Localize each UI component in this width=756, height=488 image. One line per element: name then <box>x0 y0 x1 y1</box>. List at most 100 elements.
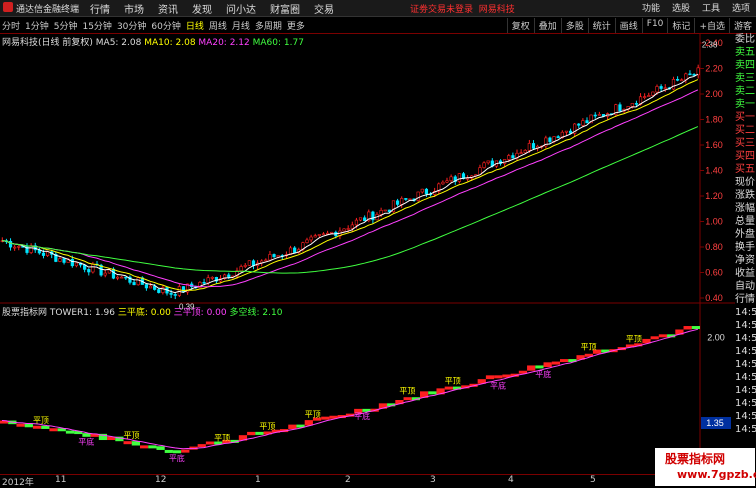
sub-signal-label: 平顶 <box>124 431 140 440</box>
candle <box>124 276 128 279</box>
menu-item-gongneng[interactable]: 功能 <box>642 1 660 14</box>
tool-zixuan[interactable]: +自选 <box>694 18 729 33</box>
tool-youke[interactable]: 游客 <box>728 18 756 33</box>
date-label: 4 <box>508 475 514 485</box>
menu-item-caifuquan[interactable]: 财富圈 <box>270 1 300 16</box>
tower-bar <box>197 444 206 448</box>
panel-label: 涨幅 <box>735 203 755 214</box>
tab-5min[interactable]: 5分钟 <box>54 19 78 32</box>
price-tick-label: 2.20 <box>705 64 723 74</box>
legend-tower1: TOWER1: 1.96 <box>49 308 115 318</box>
candle <box>136 277 140 286</box>
tab-weekly[interactable]: 周线 <box>209 19 227 32</box>
tool-huaxian[interactable]: 画线 <box>614 18 642 33</box>
candle <box>634 103 639 105</box>
candle <box>70 258 74 267</box>
menu-item-gongju[interactable]: 工具 <box>702 1 720 14</box>
panel-label: 换手 <box>735 242 755 253</box>
menu-item-jiaoyi[interactable]: 交易 <box>314 1 334 16</box>
price-tick-label: 1.00 <box>705 217 723 227</box>
tool-biaoji[interactable]: 标记 <box>667 18 694 33</box>
candle <box>523 149 527 154</box>
date-label: 3 <box>430 475 436 485</box>
time-label: 14:50 <box>735 385 756 396</box>
tool-f10[interactable]: F10 <box>641 18 668 33</box>
tower-bar <box>494 375 503 379</box>
tower-bar <box>321 416 330 420</box>
tab-monthly[interactable]: 月线 <box>232 19 250 32</box>
tower-bar <box>24 423 33 428</box>
candle <box>8 240 13 248</box>
tab-60min[interactable]: 60分钟 <box>151 19 180 32</box>
candle <box>144 284 149 289</box>
tool-diejia[interactable]: 叠加 <box>533 18 561 33</box>
tower-bar <box>255 431 264 435</box>
tab-15min[interactable]: 15分钟 <box>82 19 111 32</box>
tower-bar <box>560 359 569 363</box>
tool-tongji[interactable]: 统计 <box>587 18 615 33</box>
sub-signal-label: 平底 <box>169 453 185 463</box>
kline-chart[interactable]: 2.402.202.001.801.601.401.201.000.800.60… <box>0 33 735 474</box>
tower-bar <box>140 445 149 449</box>
tab-fenshi[interactable]: 分时 <box>2 19 20 32</box>
candle <box>527 143 531 151</box>
tower-bar <box>205 441 215 445</box>
candle <box>305 239 309 243</box>
menu-item-faxian[interactable]: 发现 <box>192 1 212 16</box>
candle <box>227 274 231 278</box>
menu-item-wenxiaoda[interactable]: 问小达 <box>226 1 256 16</box>
candle <box>103 272 107 276</box>
login-notice[interactable]: 证劵交易未登录 网易科技 <box>410 2 515 15</box>
menu-item-shichang[interactable]: 市场 <box>124 1 144 16</box>
tower-bar <box>16 423 25 427</box>
panel-label: 卖一 <box>735 99 755 110</box>
candle <box>91 263 95 273</box>
tower-bar <box>551 361 560 365</box>
menu-item-hangqing[interactable]: 行情 <box>90 1 110 16</box>
price-tick-label: 0.80 <box>705 242 723 252</box>
sub-signal-label: 平顶 <box>445 377 461 386</box>
ma-line-5 <box>1 73 699 294</box>
tab-30min[interactable]: 30分钟 <box>117 19 146 32</box>
menu-item-xuangu[interactable]: 选股 <box>672 1 690 14</box>
main-legend: 网易科技(日线 前复权) MA5: 2.08 MA10: 2.08 MA20: … <box>2 35 304 48</box>
menu-item-xuanxiang[interactable]: 选项 <box>732 1 750 14</box>
candle <box>363 217 367 222</box>
candle <box>424 188 429 195</box>
candle <box>268 254 272 261</box>
tower-bar <box>650 336 659 340</box>
tab-multi-period[interactable]: 多周期 <box>255 19 282 32</box>
tab-more[interactable]: 更多 <box>287 19 305 32</box>
candle <box>29 245 33 253</box>
candle <box>680 79 684 82</box>
candle <box>17 246 21 248</box>
panel-label[interactable]: 行情 <box>735 293 756 306</box>
tower-bar <box>691 326 700 330</box>
candle <box>321 233 326 236</box>
legend-ma5: MA5: 2.08 <box>95 38 142 48</box>
candle <box>157 289 161 293</box>
tool-duogu[interactable]: 多股 <box>560 18 588 33</box>
time-label: 14:50 <box>735 424 756 435</box>
tower-bar <box>428 391 437 395</box>
panel-label[interactable]: 自动 <box>735 280 756 293</box>
candle <box>115 276 120 279</box>
tab-1min[interactable]: 1分钟 <box>25 19 49 32</box>
sub-signal-label: 平底 <box>490 380 506 390</box>
sub-legend: 股票指标网 TOWER1: 1.96 三平底: 0.00 三平顶: 0.00 多… <box>2 305 282 318</box>
candle <box>585 120 589 124</box>
watermark-url: www.7gpzb.com <box>677 468 756 481</box>
price-tick-label: 2.00 <box>705 89 723 99</box>
menu-item-zixun[interactable]: 资讯 <box>158 1 178 16</box>
candle <box>395 200 400 205</box>
tab-daily[interactable]: 日线 <box>186 19 204 32</box>
candle <box>181 286 186 293</box>
legend-ma60: MA60: 1.77 <box>252 38 304 48</box>
sub-signal-label: 平底 <box>535 369 551 379</box>
tool-fuquan[interactable]: 复权 <box>506 18 534 33</box>
price-tick-label: 1.20 <box>705 191 723 201</box>
tower-bar <box>247 431 256 436</box>
time-label: 14:50 <box>735 320 756 331</box>
main-menu: 行情 市场 资讯 发现 问小达 财富圈 交易 <box>90 1 348 16</box>
candle <box>531 143 536 149</box>
